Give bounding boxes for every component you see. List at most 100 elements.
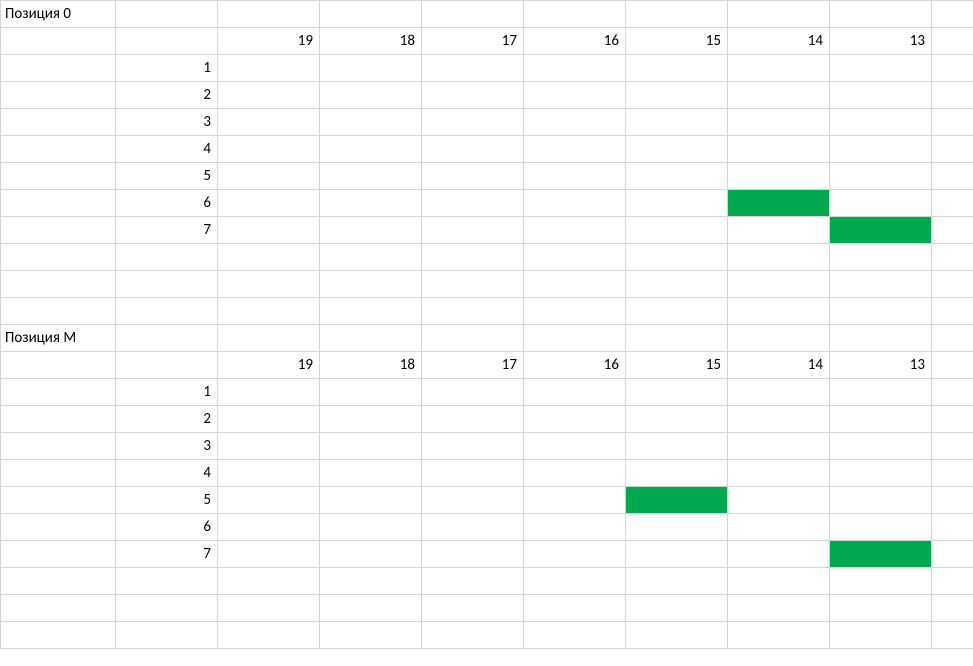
cell[interactable] [728, 109, 830, 136]
cell[interactable] [1, 136, 116, 163]
cell[interactable] [422, 595, 524, 622]
cell[interactable] [728, 163, 830, 190]
cell[interactable] [830, 271, 932, 298]
table-row[interactable] [1, 622, 973, 649]
cell[interactable] [422, 514, 524, 541]
cell[interactable] [524, 163, 626, 190]
cell[interactable] [524, 55, 626, 82]
cell[interactable] [218, 622, 320, 649]
cell[interactable] [830, 82, 932, 109]
filled-cell[interactable] [728, 190, 830, 217]
table-row[interactable]: 19 18 17 16 15 14 13 [1, 352, 973, 379]
cell[interactable] [320, 433, 422, 460]
cell[interactable] [932, 568, 973, 595]
cell[interactable] [422, 541, 524, 568]
cell[interactable] [830, 406, 932, 433]
cell[interactable] [1, 541, 116, 568]
cell[interactable] [830, 595, 932, 622]
cell[interactable] [1, 460, 116, 487]
cell[interactable] [1, 352, 116, 379]
cell[interactable] [422, 325, 524, 352]
cell[interactable] [524, 217, 626, 244]
cell[interactable] [218, 1, 320, 28]
filled-cell[interactable] [830, 541, 932, 568]
cell[interactable] [320, 190, 422, 217]
cell[interactable] [626, 55, 728, 82]
cell[interactable] [320, 244, 422, 271]
cell[interactable] [218, 433, 320, 460]
cell[interactable] [218, 163, 320, 190]
table-row[interactable]: 4 [1, 136, 973, 163]
cell[interactable] [728, 406, 830, 433]
cell[interactable] [320, 82, 422, 109]
table-row[interactable]: Позиция М [1, 325, 973, 352]
cell[interactable] [728, 136, 830, 163]
cell[interactable] [320, 1, 422, 28]
cell[interactable] [626, 433, 728, 460]
cell[interactable] [626, 82, 728, 109]
cell[interactable] [218, 325, 320, 352]
cell[interactable] [218, 109, 320, 136]
table-row[interactable]: 3 [1, 109, 973, 136]
cell[interactable] [1, 109, 116, 136]
cell[interactable] [218, 190, 320, 217]
cell[interactable] [1, 433, 116, 460]
cell[interactable] [932, 298, 973, 325]
cell[interactable] [218, 379, 320, 406]
cell[interactable] [728, 433, 830, 460]
cell[interactable] [116, 595, 218, 622]
cell[interactable] [320, 541, 422, 568]
cell[interactable] [320, 379, 422, 406]
cell[interactable] [422, 217, 524, 244]
cell[interactable] [524, 244, 626, 271]
cell[interactable] [728, 379, 830, 406]
cell[interactable] [218, 217, 320, 244]
cell[interactable] [422, 82, 524, 109]
table-row[interactable]: 1 [1, 55, 973, 82]
cell[interactable] [932, 109, 973, 136]
cell[interactable] [728, 514, 830, 541]
cell[interactable] [218, 136, 320, 163]
cell[interactable] [932, 487, 973, 514]
table-row[interactable]: 7 [1, 217, 973, 244]
filled-cell[interactable] [830, 217, 932, 244]
table-row[interactable] [1, 568, 973, 595]
cell[interactable] [524, 433, 626, 460]
cell[interactable] [626, 271, 728, 298]
cell[interactable] [626, 541, 728, 568]
table-row[interactable]: 2 [1, 406, 973, 433]
cell[interactable] [218, 271, 320, 298]
cell[interactable] [932, 541, 973, 568]
table-row[interactable]: Позиция 0 [1, 1, 973, 28]
cell[interactable] [116, 1, 218, 28]
cell[interactable] [116, 568, 218, 595]
cell[interactable] [1, 217, 116, 244]
cell[interactable] [524, 109, 626, 136]
cell[interactable] [422, 568, 524, 595]
table-row[interactable] [1, 271, 973, 298]
cell[interactable] [728, 487, 830, 514]
cell[interactable] [626, 406, 728, 433]
cell[interactable] [728, 460, 830, 487]
table-row[interactable]: 2 [1, 82, 973, 109]
cell[interactable] [422, 460, 524, 487]
cell[interactable] [1, 82, 116, 109]
cell[interactable] [422, 163, 524, 190]
cell[interactable] [218, 55, 320, 82]
cell[interactable] [422, 487, 524, 514]
cell[interactable] [830, 460, 932, 487]
cell[interactable] [932, 217, 973, 244]
cell[interactable] [626, 109, 728, 136]
cell[interactable] [320, 487, 422, 514]
cell[interactable] [422, 379, 524, 406]
cell[interactable] [422, 136, 524, 163]
cell[interactable] [626, 595, 728, 622]
cell[interactable] [626, 217, 728, 244]
cell[interactable] [524, 136, 626, 163]
cell[interactable] [728, 568, 830, 595]
cell[interactable] [626, 244, 728, 271]
cell[interactable] [524, 568, 626, 595]
cell[interactable] [932, 514, 973, 541]
cell[interactable] [1, 595, 116, 622]
cell[interactable] [626, 163, 728, 190]
